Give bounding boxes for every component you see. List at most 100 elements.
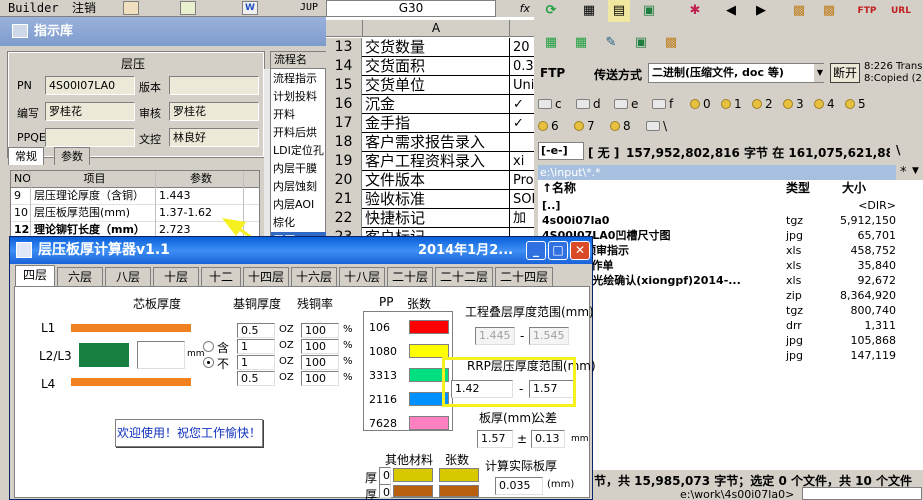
eng-min-field[interactable]: 1.445 bbox=[475, 327, 515, 345]
pn-field[interactable]: 4S00I07LA0 bbox=[45, 76, 135, 95]
row-number[interactable]: 18 bbox=[326, 133, 362, 152]
maximize-button[interactable]: □ bbox=[548, 241, 568, 260]
thumbnail-icon[interactable]: ▣ bbox=[638, 0, 660, 22]
welcome-button[interactable]: 欢迎使用！祝您工作愉快！ bbox=[115, 419, 263, 447]
cell-a[interactable]: 交货面积 bbox=[363, 57, 510, 76]
layer-tab-3[interactable]: 十层 bbox=[153, 267, 199, 286]
process-item[interactable]: 流程指示 bbox=[271, 70, 327, 88]
process-item[interactable]: 棕化 bbox=[271, 214, 327, 232]
grid-col-value[interactable]: 参数 bbox=[156, 171, 244, 188]
jup-button[interactable]: JUP bbox=[300, 0, 318, 16]
close-button[interactable]: ✕ bbox=[570, 241, 590, 260]
history-dropdown-icon[interactable]: ▼ bbox=[912, 166, 919, 176]
base-copper-field-0[interactable]: 0.5 bbox=[237, 323, 275, 338]
sheet-row[interactable]: 13 交货数量 20 bbox=[326, 38, 534, 57]
row-number[interactable]: 22 bbox=[326, 209, 362, 228]
toolbar-sheet-icon[interactable] bbox=[180, 1, 196, 15]
folder-shortcut-3[interactable]: 3 bbox=[783, 95, 804, 113]
file-row[interactable]: 0I07LA0光绘确认(xiongpf)2014-... xls 92,672 bbox=[538, 273, 923, 288]
command-line-path[interactable]: e:\work\4s00i07la0> bbox=[680, 488, 794, 500]
folder-shortcut-0[interactable]: 6 bbox=[538, 117, 559, 135]
process-item[interactable]: LDI定位孔 bbox=[271, 142, 327, 160]
other-thick-field-1[interactable]: 0 bbox=[379, 467, 391, 485]
layer-tab-6[interactable]: 十六层 bbox=[291, 267, 337, 286]
col-name[interactable]: ↑名称 bbox=[542, 180, 576, 196]
calculator-titlebar[interactable]: 层压板厚计算器v1.1 2014年1月2... _ □ ✕ bbox=[10, 237, 592, 264]
layer-tab-9[interactable]: 二十二层 bbox=[435, 267, 493, 286]
reviewer-field[interactable]: 罗桂花 bbox=[169, 102, 259, 121]
forward-icon[interactable]: ▶ bbox=[750, 0, 772, 22]
row-number[interactable]: 13 bbox=[326, 38, 362, 57]
toolbar-doc-icon[interactable] bbox=[123, 1, 139, 15]
excel-icon[interactable]: ▦ bbox=[540, 32, 562, 54]
layer-tab-5[interactable]: 十四层 bbox=[243, 267, 289, 286]
cell-b[interactable]: 20 bbox=[511, 38, 534, 57]
layer-tab-0[interactable]: 四层 bbox=[15, 265, 55, 286]
cell-a[interactable]: 沉金 bbox=[363, 95, 510, 114]
layer-tab-8[interactable]: 二十层 bbox=[387, 267, 433, 286]
ppqe-field[interactable] bbox=[45, 128, 135, 147]
cell-b[interactable]: ✓ bbox=[511, 95, 534, 114]
layer-tab-2[interactable]: 八层 bbox=[105, 267, 151, 286]
cell-a[interactable]: 文件版本 bbox=[363, 171, 510, 190]
cell-a[interactable]: 验收标准 bbox=[363, 190, 510, 209]
exclude-copper-radio[interactable] bbox=[203, 357, 214, 368]
sheet-row[interactable]: 19 客户工程资料录入 xi bbox=[326, 152, 534, 171]
cell-a[interactable]: 客户工程资料录入 bbox=[363, 152, 510, 171]
fx-icon[interactable]: fx bbox=[496, 0, 534, 17]
residual-copper-field-2[interactable]: 100 bbox=[301, 355, 339, 370]
sheet-row[interactable]: 14 交货面积 0.3 bbox=[326, 57, 534, 76]
folder-shortcut-1[interactable]: 1 bbox=[721, 95, 742, 113]
cell-a[interactable]: 快捷标记 bbox=[363, 209, 510, 228]
process-item[interactable]: 内层AOI bbox=[271, 196, 327, 214]
other-material-swatch-1[interactable] bbox=[393, 468, 433, 482]
row-number[interactable]: 20 bbox=[326, 171, 362, 190]
residual-copper-field-1[interactable]: 100 bbox=[301, 339, 339, 354]
row-number[interactable]: 15 bbox=[326, 76, 362, 95]
calc-thickness-field[interactable]: 0.035 bbox=[495, 477, 543, 495]
sheet-row[interactable]: 18 客户需求报告录入 bbox=[326, 133, 534, 152]
cell-b[interactable]: Uni bbox=[511, 76, 534, 95]
word-icon[interactable]: W bbox=[242, 1, 258, 15]
col-type[interactable]: 类型 bbox=[786, 180, 810, 196]
pp-color-swatch[interactable] bbox=[409, 344, 449, 358]
detail-view-icon[interactable]: ▤ bbox=[608, 0, 630, 22]
brief-view-icon[interactable]: ▦ bbox=[578, 0, 600, 22]
table-row[interactable]: 9 层压理论厚度（含铜） 1.443 bbox=[11, 188, 259, 205]
folder-shortcut-2[interactable]: 2 bbox=[752, 95, 773, 113]
residual-copper-field-3[interactable]: 100 bbox=[301, 371, 339, 386]
tab-params[interactable]: 参数 bbox=[54, 147, 90, 165]
file-row[interactable]: 4s00i07la0 tgz 5,912,150 bbox=[538, 213, 923, 228]
core-thickness-input[interactable] bbox=[137, 341, 185, 369]
sheet-row[interactable]: 16 沉金 ✓ bbox=[326, 95, 534, 114]
grid-col-no[interactable]: NO bbox=[11, 171, 31, 188]
cell-a[interactable]: 客户需求报告录入 bbox=[363, 133, 510, 152]
invert-selection-icon[interactable]: ✱ bbox=[684, 0, 706, 22]
cell-name-box[interactable]: G30 bbox=[326, 0, 496, 17]
row-number[interactable]: 21 bbox=[326, 190, 362, 209]
unpack-icon[interactable]: ▩ bbox=[818, 0, 840, 22]
folder-shortcut-0[interactable]: 0 bbox=[690, 95, 711, 113]
drive-d-button[interactable]: d bbox=[576, 95, 601, 113]
ftp-connect-icon[interactable]: FTP bbox=[856, 0, 878, 22]
cell-b[interactable]: SOI bbox=[511, 190, 534, 209]
editor-field[interactable]: 罗桂花 bbox=[45, 102, 135, 121]
board-thickness-field[interactable]: 1.57 bbox=[477, 430, 513, 448]
file-row[interactable]: 07latgz800,740 bbox=[538, 303, 923, 318]
cell-b[interactable]: ✓ bbox=[511, 114, 534, 133]
folder-shortcut-3[interactable]: \ bbox=[646, 117, 667, 135]
other-sheets-swatch-2[interactable] bbox=[439, 485, 479, 497]
col-size[interactable]: 大小 bbox=[842, 180, 866, 196]
cell-a[interactable]: 金手指 bbox=[363, 114, 510, 133]
drive-e-button[interactable]: e bbox=[614, 95, 638, 113]
process-item[interactable]: 开料 bbox=[271, 106, 327, 124]
archive-icon[interactable]: ▩ bbox=[660, 32, 682, 54]
edit-icon[interactable]: ✎ bbox=[600, 32, 622, 54]
other-sheets-swatch-1[interactable] bbox=[439, 468, 479, 482]
file-row[interactable]: 07LA0制作单xls35,840 bbox=[538, 258, 923, 273]
row-number[interactable]: 14 bbox=[326, 57, 362, 76]
cell-b[interactable] bbox=[511, 133, 534, 152]
history-star-icon[interactable]: * bbox=[900, 165, 907, 180]
instruction-library-titlebar[interactable]: 指示库 bbox=[0, 17, 326, 46]
process-item[interactable]: 计划投料 bbox=[271, 88, 327, 106]
